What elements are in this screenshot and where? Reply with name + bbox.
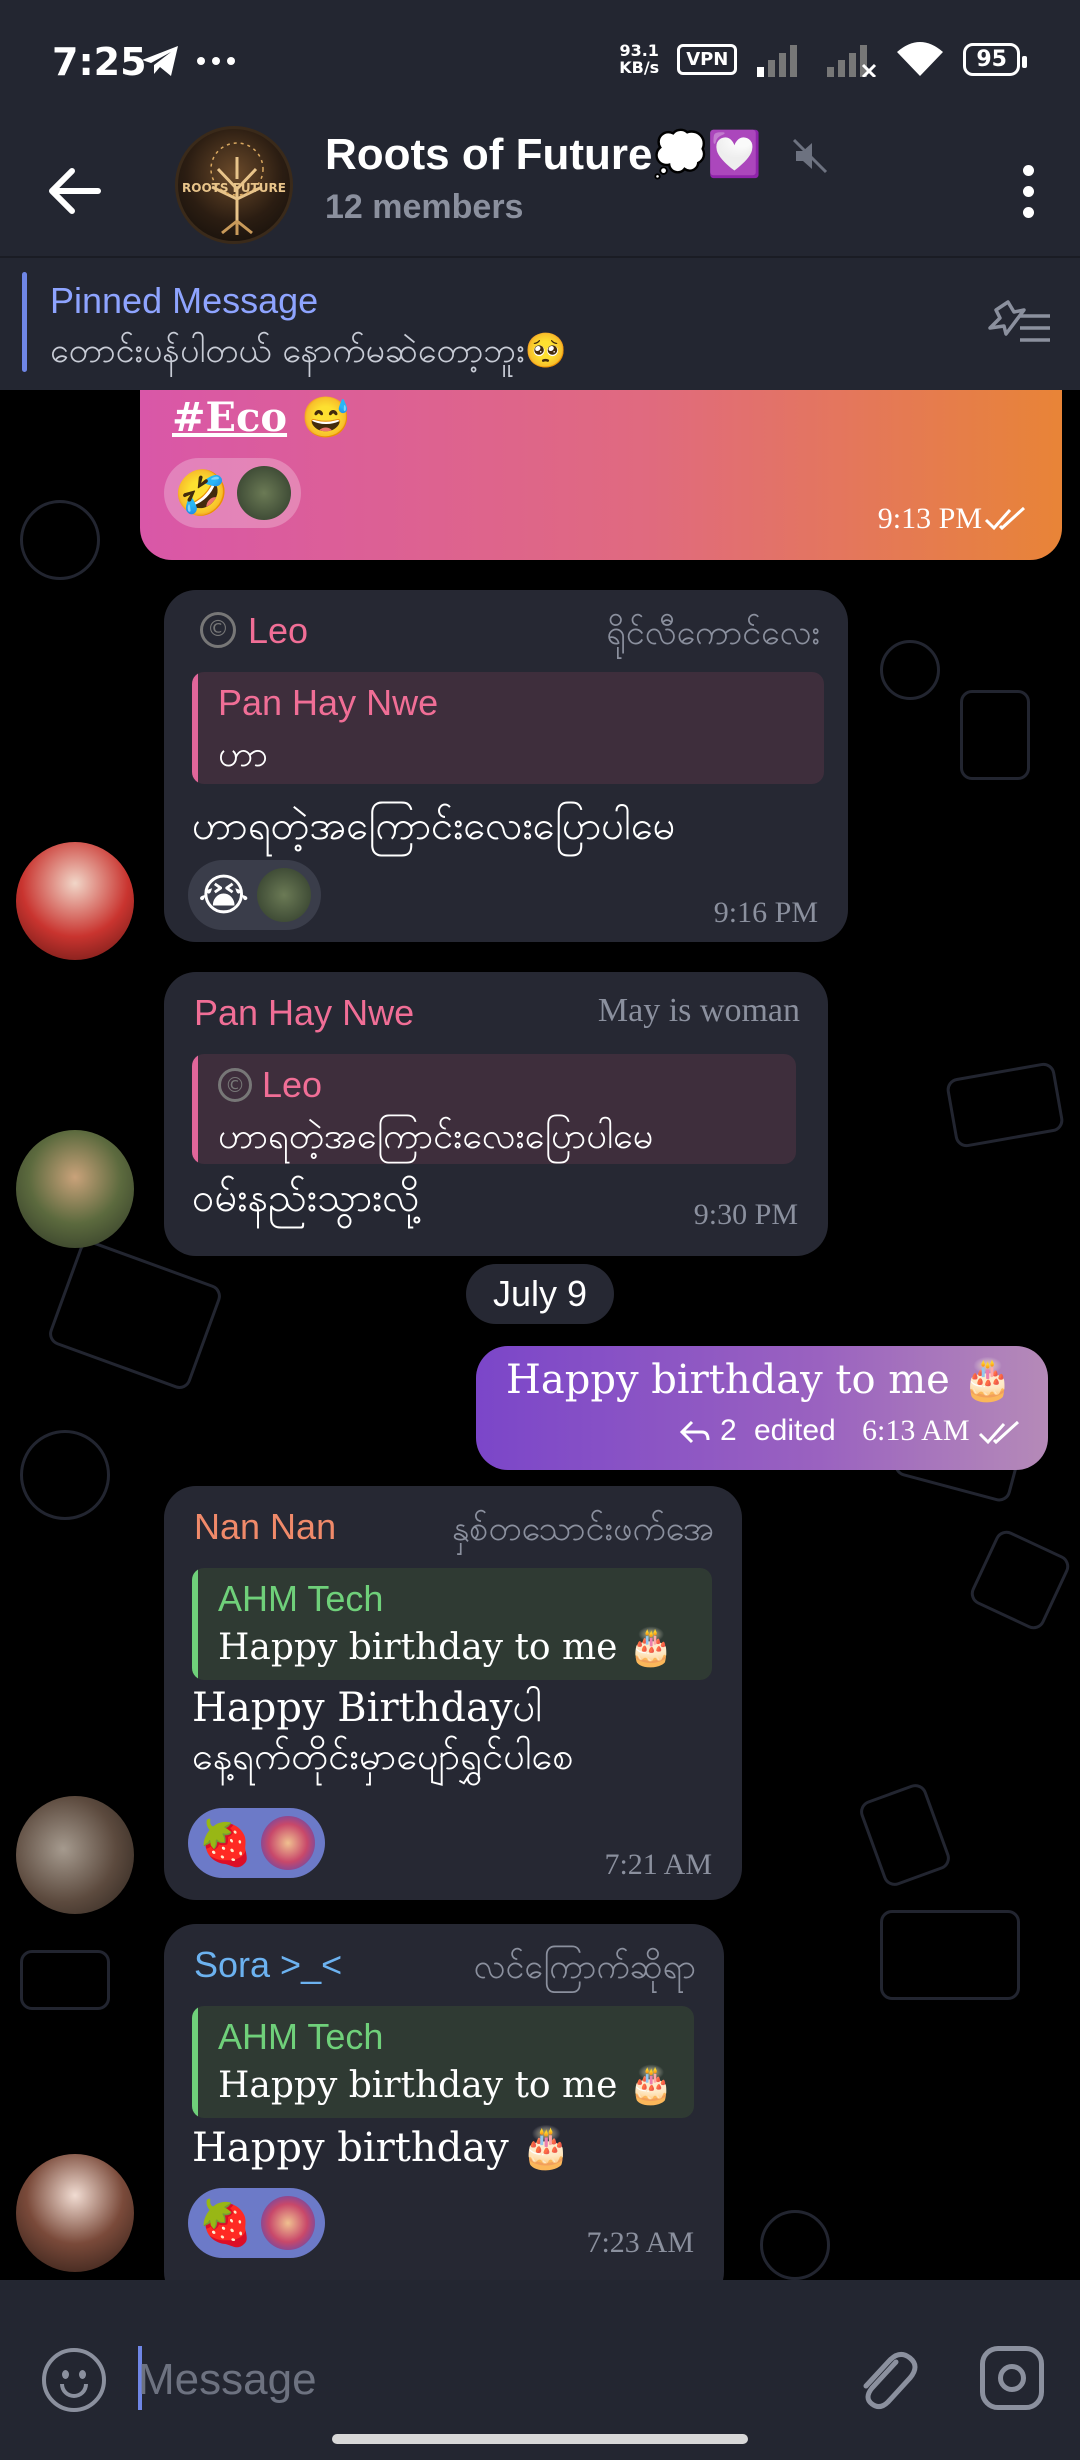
reactor-avatar <box>236 466 291 520</box>
message-time: 9:13 PM <box>877 502 982 535</box>
doodle-pattern <box>20 500 100 580</box>
member-count: 12 members <box>325 188 524 226</box>
network-speed: 93.1 KB/s <box>619 41 660 77</box>
reaction-emoji: 😭 <box>198 869 250 921</box>
badge-icon: © <box>200 612 236 648</box>
message-input[interactable] <box>138 2338 778 2422</box>
message-text: ဝမ်းနည်းသွားလို့ <box>192 1175 420 1221</box>
status-bar: 7:25 93.1 KB/s VPN 95 <box>0 0 1080 126</box>
hashtag-link[interactable]: #Eco <box>172 394 287 441</box>
pinned-message-bar[interactable]: Pinned Message တောင်းပန်ပါတယ် နောက်မဆဲတေ… <box>0 256 1080 390</box>
reply-quote[interactable]: AHM Tech Happy birthday to me 🎂 <box>192 1568 712 1680</box>
avatar-pan-hay-nwe[interactable] <box>16 1130 134 1248</box>
reaction-pill[interactable]: 🍓 <box>188 1808 325 1878</box>
reply-arrow-icon <box>679 1420 710 1444</box>
pinned-title: Pinned Message <box>50 280 319 321</box>
reply-text: Happy birthday to me 🎂 <box>218 2065 674 2106</box>
paperclip-icon[interactable] <box>850 2340 920 2420</box>
reply-count[interactable]: 2 <box>720 1414 737 1448</box>
reply-sender: AHM Tech <box>218 2016 384 2057</box>
avatar-leo[interactable] <box>16 842 134 960</box>
pinned-indicator <box>22 272 27 372</box>
group-avatar[interactable]: ROOTS FUTURE <box>175 126 293 244</box>
reactor-avatar <box>257 868 312 922</box>
back-button[interactable] <box>40 156 110 226</box>
message-bubble-leo[interactable]: © Leo ရိုင်လီကောင်လေး Pan Hay Nwe ဟာ ဟာရ… <box>164 590 848 942</box>
home-indicator[interactable] <box>332 2434 748 2444</box>
pinned-text: တောင်းပန်ပါတယ် နောက်မဆဲတော့ဘူး🥺 <box>50 331 568 371</box>
sender-name[interactable]: Leo <box>248 610 308 652</box>
reply-sender: AHM Tech <box>218 1578 384 1619</box>
message-bubble-outgoing[interactable]: #Eco 😅 🤣 9:13 PM <box>140 390 1062 560</box>
message-text: Happy birthday 🎂 <box>192 2125 572 2171</box>
more-notifications-icon <box>197 57 235 65</box>
emoji: 😅 <box>300 394 351 441</box>
reply-quote[interactable]: Pan Hay Nwe ဟာ <box>192 672 824 784</box>
status-time: 7:25 <box>52 40 147 84</box>
reply-quote[interactable]: © Leo ဟာရတဲ့အကြောင်းလေးပြောပါမေ <box>192 1054 796 1164</box>
chat-header: ROOTS FUTURE Roots of Future💭💟 12 member… <box>0 126 1080 256</box>
smiley-icon[interactable] <box>42 2348 106 2412</box>
message-time: 9:30 PM <box>693 1198 798 1231</box>
dots-vertical-icon <box>1022 164 1034 176</box>
reactor-avatar <box>260 1816 315 1870</box>
group-avatar-text: ROOTS FUTURE <box>182 181 286 195</box>
member-tag: နှစ်တသောင်းဖက်အေ <box>451 1511 714 1548</box>
sender-name[interactable]: Pan Hay Nwe <box>194 992 414 1034</box>
reply-sender: Leo <box>262 1064 323 1105</box>
wifi-icon <box>897 42 944 76</box>
reaction-emoji: 🤣 <box>174 468 229 519</box>
telegram-plane-icon <box>142 46 178 76</box>
message-time: 6:13 AM <box>862 1414 970 1447</box>
edited-label: edited <box>754 1414 836 1447</box>
instagram-camera-icon[interactable] <box>980 2346 1044 2410</box>
member-tag: May is woman <box>597 992 800 1029</box>
message-text: #Eco 😅 <box>172 394 351 441</box>
more-menu-button[interactable] <box>998 156 1058 226</box>
avatar-nan-nan[interactable] <box>16 1796 134 1914</box>
message-time: 9:16 PM <box>713 896 818 929</box>
signal-bars-icon <box>757 45 798 77</box>
reply-quote[interactable]: AHM Tech Happy birthday to me 🎂 <box>192 2006 694 2118</box>
reaction-pill[interactable]: 🤣 <box>164 458 301 528</box>
reaction-pill[interactable]: 😭 <box>188 860 322 930</box>
reply-sender: Pan Hay Nwe <box>218 682 439 723</box>
message-time: 7:23 AM <box>586 2226 694 2259</box>
message-bubble-pan-hay-nwe[interactable]: Pan Hay Nwe May is woman © Leo ဟာရတဲ့အကြ… <box>164 972 828 1256</box>
date-separator: July 9 <box>466 1264 614 1324</box>
reaction-emoji: 🍓 <box>198 1818 253 1869</box>
message-text-line2: နေ့ရက်တိုင်းမှာပျော်ရွှင်ပါစေ <box>192 1734 574 1778</box>
vpn-badge: VPN <box>677 43 738 75</box>
reply-text: ဟာရတဲ့အကြောင်းလေးပြောပါမေ <box>218 1116 654 1157</box>
member-tag: ရိုင်လီကောင်လေး <box>606 615 820 652</box>
battery-indicator: 95 <box>963 42 1027 76</box>
sender-name[interactable]: Nan Nan <box>194 1506 336 1548</box>
message-time: 7:21 AM <box>604 1848 712 1881</box>
muted-speaker-icon <box>792 138 828 174</box>
sender-name[interactable]: Sora >_< <box>194 1944 342 1986</box>
member-tag: လင်ကြောက်ဆိုရာ <box>473 1949 696 1986</box>
message-bubble-sora[interactable]: Sora >_< လင်ကြောက်ဆိုရာ AHM Tech Happy b… <box>164 1924 724 2280</box>
status-right-icons: 93.1 KB/s VPN 95 <box>619 40 1027 78</box>
status-left-icons <box>140 44 236 78</box>
reaction-pill[interactable]: 🍓 <box>188 2188 325 2258</box>
chat-history[interactable]: #Eco 😅 🤣 9:13 PM © Leo ရိုင်လီကောင်လေး P… <box>0 390 1080 2280</box>
reaction-emoji: 🍓 <box>198 2198 253 2249</box>
badge-icon: © <box>218 1068 252 1102</box>
message-composer <box>0 2280 1080 2460</box>
double-check-icon <box>978 1420 1020 1445</box>
group-title[interactable]: Roots of Future💭💟 <box>325 128 762 180</box>
reply-text: ဟာ <box>218 734 269 775</box>
message-text: ဟာရတဲ့အကြောင်းလေးပြောပါမေ <box>192 803 676 849</box>
pin-list-icon[interactable] <box>984 298 1054 350</box>
message-bubble-outgoing[interactable]: Happy birthday to me 🎂 2 edited 6:13 AM <box>476 1346 1048 1470</box>
reactor-avatar <box>260 2196 315 2250</box>
reply-text: Happy birthday to me 🎂 <box>218 1627 674 1668</box>
avatar-sora[interactable] <box>16 2154 134 2272</box>
signal-bars-2-icon <box>827 45 877 77</box>
message-bubble-nan-nan[interactable]: Nan Nan နှစ်တသောင်းဖက်အေ AHM Tech Happy … <box>164 1486 742 1900</box>
double-check-icon <box>984 506 1026 531</box>
message-text: Happy birthday to me 🎂 <box>506 1357 1013 1403</box>
